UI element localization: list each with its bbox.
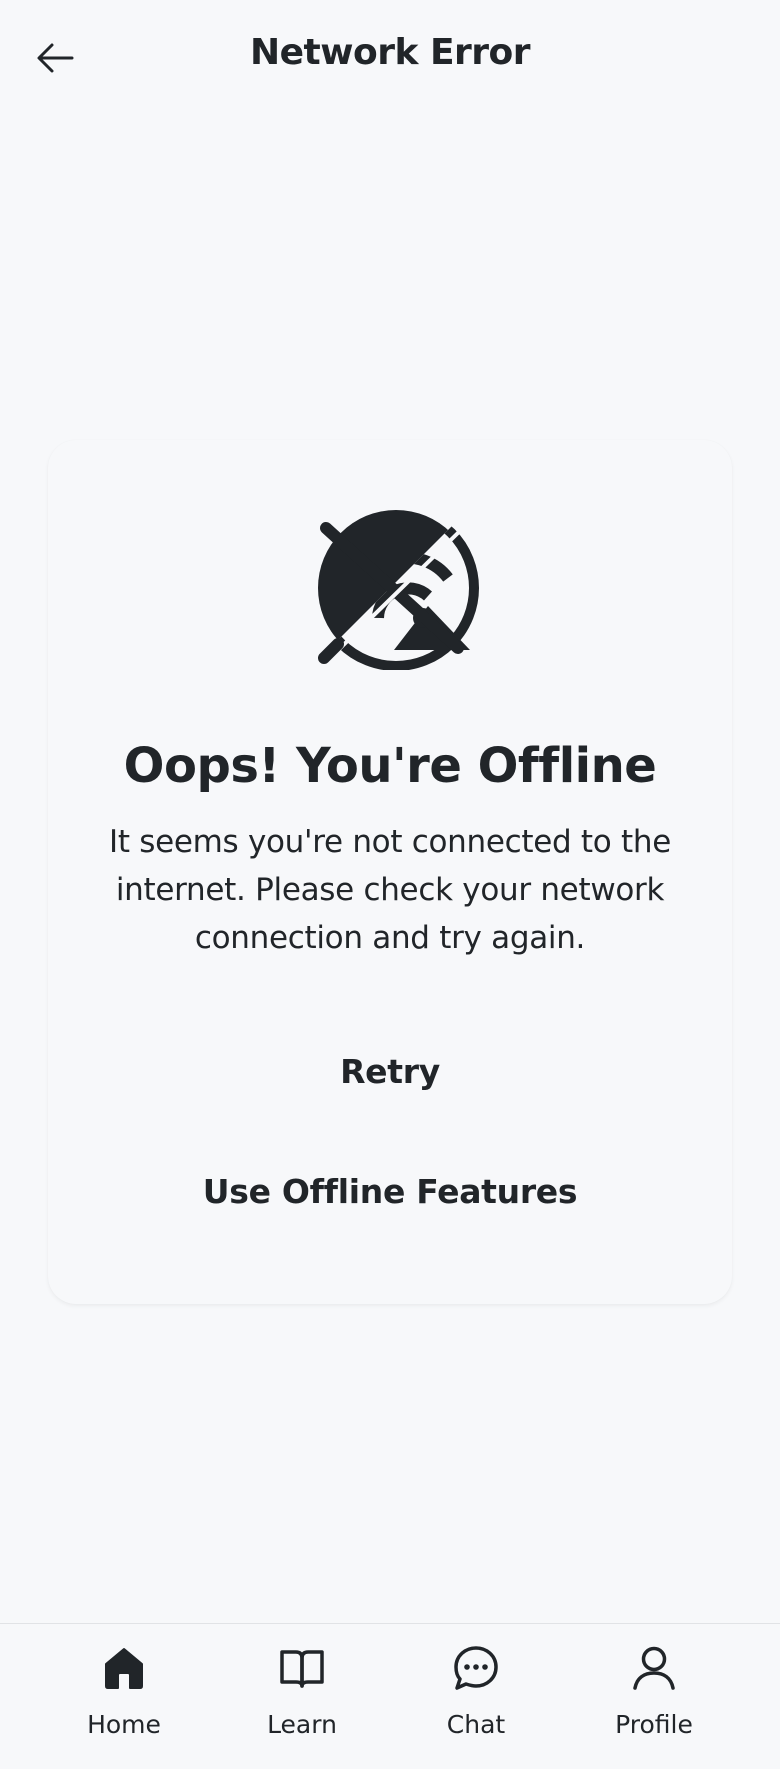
- nav-item-learn[interactable]: Learn: [213, 1624, 391, 1769]
- wifi-off-icon: [313, 505, 479, 670]
- nav-item-home[interactable]: Home: [35, 1624, 213, 1769]
- app-header: Network Error: [0, 0, 780, 112]
- nav-item-profile[interactable]: Profile: [565, 1624, 743, 1769]
- home-icon: [105, 1648, 143, 1689]
- chat-bubble-icon: [454, 1646, 498, 1690]
- page-title: Network Error: [249, 32, 531, 73]
- nav-label-learn: Learn: [267, 1710, 337, 1739]
- user-icon: [633, 1646, 675, 1690]
- use-offline-features-button[interactable]: Use Offline Features: [48, 1172, 732, 1211]
- offline-title: Oops! You're Offline: [123, 738, 657, 794]
- book-open-icon: [280, 1650, 324, 1688]
- nav-label-home: Home: [87, 1710, 161, 1739]
- retry-button[interactable]: Retry: [48, 1052, 732, 1091]
- nav-label-chat: Chat: [446, 1710, 506, 1739]
- bottom-navigation: Home Learn Chat Profile: [0, 1623, 780, 1769]
- offline-message: It seems you're not connected to the int…: [109, 824, 671, 956]
- nav-item-chat[interactable]: Chat: [387, 1624, 565, 1769]
- nav-label-profile: Profile: [615, 1710, 693, 1739]
